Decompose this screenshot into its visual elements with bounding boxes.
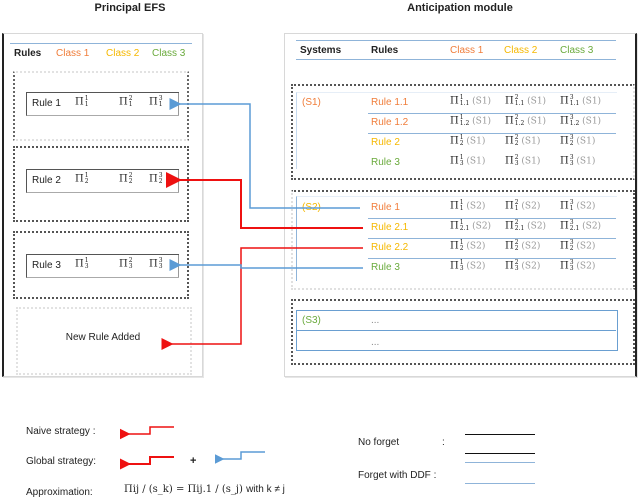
global-strategy-label: Global strategy: xyxy=(26,456,97,467)
ddf-line-bottom xyxy=(465,483,535,484)
no-forget-line-top xyxy=(465,434,535,435)
forget-ddf-label: Forget with DDF : xyxy=(358,470,437,481)
formula-equals: = xyxy=(175,484,185,495)
approximation-label: Approximation: xyxy=(26,487,93,498)
approximation-formula: Πij / (s_k) = Πij.1 / (s_j) with k ≠ j xyxy=(124,484,285,495)
no-forget-colon: : xyxy=(442,437,445,448)
formula-lhs: Πij / (s_k) xyxy=(124,484,173,495)
connection-arrows xyxy=(161,98,363,350)
arrow-s2-rule22-to-new-rule xyxy=(161,247,363,350)
no-forget-line-bottom xyxy=(465,453,535,454)
naive-strategy-arrow-icon xyxy=(120,426,174,440)
arrow-s2-rule3-to-rule3 xyxy=(169,259,363,271)
global-strategy-red-arrow-icon xyxy=(120,456,174,470)
no-forget-label: No forget xyxy=(358,437,400,448)
global-strategy-blue-arrow-icon xyxy=(215,451,265,465)
arrow-s2-rule21-to-rule2 xyxy=(166,172,363,229)
formula-rhs: Πij.1 / (s_j) xyxy=(187,484,243,495)
naive-strategy-label: Naive strategy : xyxy=(26,426,96,437)
ddf-line-top xyxy=(465,462,535,463)
arrow-s2-rule1-to-rule1 xyxy=(169,98,360,209)
plus-sign: + xyxy=(190,455,197,467)
global-strategy-blue-arrow xyxy=(215,451,265,465)
formula-condition: with k ≠ j xyxy=(246,484,285,495)
